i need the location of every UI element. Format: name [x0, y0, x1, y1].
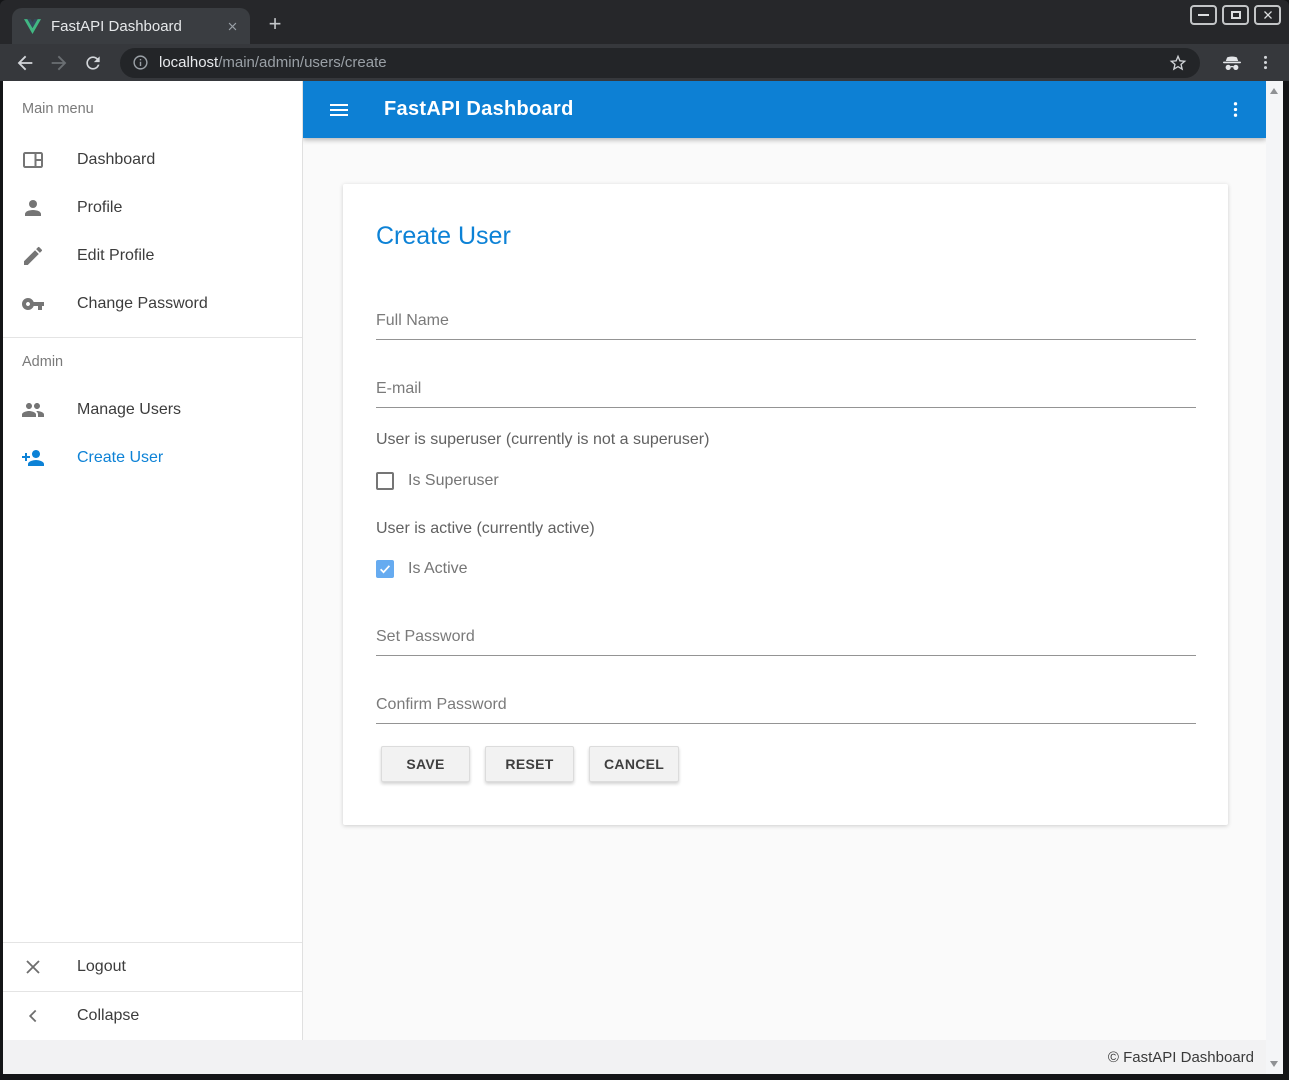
is-superuser-checkbox[interactable]: Is Superuser	[376, 472, 1196, 490]
maximize-button[interactable]	[1222, 5, 1249, 25]
kebab-menu-icon	[1256, 53, 1275, 72]
hamburger-menu-button[interactable]	[327, 98, 351, 122]
cancel-button[interactable]: CANCEL	[589, 746, 679, 782]
address-bar[interactable]: localhost/main/admin/users/create	[120, 48, 1200, 78]
sidebar-item-manage-users[interactable]: Manage Users	[3, 386, 302, 434]
window-controls	[1190, 5, 1281, 25]
confirm-password-field-wrap	[376, 695, 1196, 724]
tab-close-icon[interactable]	[223, 17, 242, 36]
person-add-icon	[21, 446, 45, 470]
forward-icon	[48, 52, 70, 74]
sidebar-item-edit-profile[interactable]: Edit Profile	[3, 232, 302, 280]
full-name-input[interactable]	[376, 311, 1196, 340]
sidebar-item-label: Logout	[77, 958, 126, 976]
url-host: localhost	[159, 54, 218, 71]
app-menu-button[interactable]	[1225, 99, 1246, 120]
copyright-text: © FastAPI Dashboard	[1108, 1049, 1254, 1066]
forward-button[interactable]	[42, 49, 76, 77]
star-icon	[1168, 53, 1188, 73]
sidebar-bottom: Logout Collapse	[3, 942, 302, 1040]
checkbox-checked-icon	[376, 560, 394, 578]
browser-menu-button[interactable]	[1256, 53, 1275, 72]
full-name-field-wrap	[376, 311, 1196, 340]
sidebar: Main menu Dashboard Profile Edit Profile…	[3, 81, 303, 1040]
sidebar-item-label: Manage Users	[77, 401, 181, 419]
maximize-icon	[1231, 11, 1241, 19]
checkbox-label: Is Active	[408, 560, 468, 578]
sidebar-section-header-admin: Admin	[3, 338, 302, 386]
sidebar-item-label: Create User	[77, 449, 163, 467]
sidebar-item-dashboard[interactable]: Dashboard	[3, 136, 302, 184]
active-caption: User is active (currently active)	[376, 518, 1196, 540]
checkbox-label: Is Superuser	[408, 472, 499, 490]
sidebar-item-collapse[interactable]: Collapse	[3, 992, 302, 1040]
tab-strip: FastAPI Dashboard +	[0, 0, 1289, 44]
close-button[interactable]	[1254, 5, 1281, 25]
set-password-input[interactable]	[376, 627, 1196, 656]
sidebar-item-label: Collapse	[77, 1007, 139, 1025]
sidebar-section-header-main-menu: Main menu	[3, 81, 302, 136]
kebab-menu-icon	[1225, 99, 1246, 120]
set-password-field-wrap	[376, 627, 1196, 656]
people-icon	[21, 398, 45, 422]
url-text: localhost/main/admin/users/create	[159, 54, 387, 71]
chevron-left-icon	[21, 1004, 45, 1028]
app-bar: FastAPI Dashboard	[303, 81, 1266, 138]
form-buttons: SAVE RESET CANCEL	[381, 746, 1196, 782]
hamburger-icon	[327, 98, 351, 122]
page-footer: © FastAPI Dashboard	[3, 1040, 1266, 1074]
dashboard-icon	[21, 148, 45, 172]
sidebar-item-label: Dashboard	[77, 151, 155, 169]
person-icon	[21, 196, 45, 220]
scrollbar[interactable]	[1266, 81, 1283, 1074]
sidebar-item-profile[interactable]: Profile	[3, 184, 302, 232]
close-icon	[21, 955, 45, 979]
checkbox-unchecked-icon	[376, 472, 394, 490]
app-title: FastAPI Dashboard	[384, 98, 574, 121]
minimize-icon	[1198, 14, 1209, 16]
new-tab-button[interactable]: +	[262, 12, 288, 38]
key-icon	[21, 292, 45, 316]
page-title: Create User	[376, 184, 1196, 251]
create-user-card: Create User User is superuser (currently…	[343, 184, 1228, 825]
sidebar-item-change-password[interactable]: Change Password	[3, 280, 302, 328]
sidebar-item-logout[interactable]: Logout	[3, 943, 302, 991]
page-content: Create User User is superuser (currently…	[303, 138, 1266, 1040]
vue-logo-icon	[24, 19, 41, 34]
main-area: FastAPI Dashboard Create User User is su…	[303, 81, 1266, 1040]
email-input[interactable]	[376, 379, 1196, 408]
incognito-icon	[1220, 51, 1244, 75]
browser-toolbar: localhost/main/admin/users/create	[0, 44, 1289, 81]
app-window: Main menu Dashboard Profile Edit Profile…	[3, 81, 1283, 1074]
sidebar-item-label: Change Password	[77, 295, 208, 313]
email-field-wrap	[376, 379, 1196, 408]
back-button[interactable]	[8, 49, 42, 77]
sidebar-item-label: Edit Profile	[77, 247, 154, 265]
refresh-button[interactable]	[76, 49, 110, 77]
close-icon	[1262, 9, 1274, 21]
confirm-password-input[interactable]	[376, 695, 1196, 724]
reset-button[interactable]: RESET	[485, 746, 574, 782]
scroll-up-arrow[interactable]	[1270, 88, 1278, 94]
back-icon	[14, 52, 36, 74]
refresh-icon	[83, 53, 103, 73]
browser-tab[interactable]: FastAPI Dashboard	[12, 8, 250, 44]
is-active-checkbox[interactable]: Is Active	[376, 560, 1196, 578]
superuser-caption: User is superuser (currently is not a su…	[376, 429, 1196, 451]
sidebar-item-label: Profile	[77, 199, 122, 217]
tab-title: FastAPI Dashboard	[51, 18, 223, 35]
site-info-icon[interactable]	[132, 54, 149, 71]
scroll-down-arrow[interactable]	[1270, 1061, 1278, 1067]
save-button[interactable]: SAVE	[381, 746, 470, 782]
minimize-button[interactable]	[1190, 5, 1217, 25]
bookmark-star-button[interactable]	[1164, 49, 1192, 77]
url-path: /main/admin/users/create	[218, 54, 386, 71]
pencil-icon	[21, 244, 45, 268]
sidebar-item-create-user[interactable]: Create User	[3, 434, 302, 482]
